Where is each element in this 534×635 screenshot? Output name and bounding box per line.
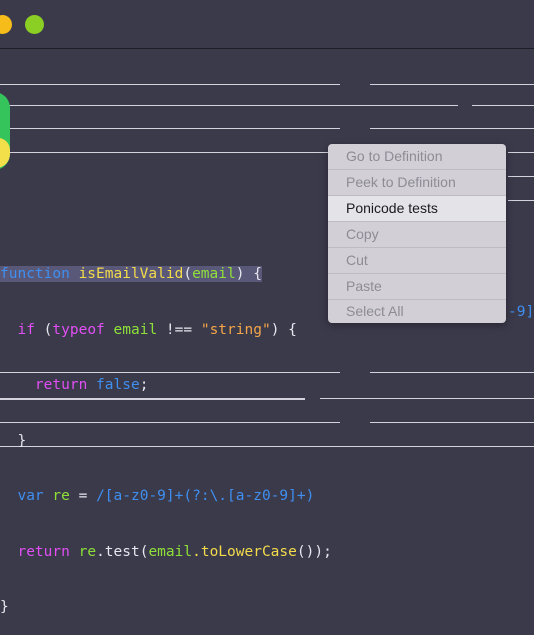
code-punct: ; (139, 377, 149, 393)
placeholder-line (370, 372, 534, 373)
menu-item-peek-to-definition[interactable]: Peek to Definition (328, 170, 506, 195)
window-titlebar (0, 0, 534, 49)
code-keyword: var (17, 488, 44, 504)
code-editor[interactable]: function isEmailValid(email) { if (typeo… (0, 228, 332, 635)
menu-item-go-to-definition[interactable]: Go to Definition (328, 144, 506, 169)
code-function-name: isEmailValid (78, 266, 184, 282)
code-punct: ) { (235, 266, 262, 282)
placeholder-line (472, 105, 534, 106)
code-regex: /[a-z0-9]+(?:\.[a-z0-9]+) (96, 488, 315, 504)
code-operator: = (69, 488, 97, 504)
code-string: "string" (200, 321, 271, 338)
code-keyword: return (17, 543, 70, 560)
placeholder-line (508, 152, 534, 153)
code-keyword: function (0, 266, 70, 282)
code-punct: ( (34, 321, 53, 338)
code-param: email (192, 266, 236, 282)
code-line: if (typeof email !== "string") { (0, 321, 332, 340)
code-operator: !== (157, 321, 201, 338)
code-line: } (0, 598, 332, 617)
code-regex-tail: -9] (508, 304, 534, 320)
code-keyword: return (34, 377, 88, 393)
placeholder-line (370, 84, 534, 85)
placeholder-line (508, 200, 534, 201)
code-keyword: typeof (52, 321, 105, 338)
placeholder-line (320, 398, 534, 399)
placeholder-line (370, 422, 534, 423)
code-method: .toLowerCase (192, 543, 297, 560)
code-punct: ()); (296, 543, 332, 560)
placeholder-line (0, 105, 458, 106)
code-ident: email (148, 543, 193, 560)
menu-item-copy[interactable]: Copy (328, 222, 506, 247)
code-punct: } (17, 432, 27, 449)
menu-item-cut[interactable]: Cut (328, 248, 506, 273)
code-line: } (0, 432, 332, 451)
code-line: return re.test(email.toLowerCase()); (0, 543, 332, 562)
ponicode-logo-icon (0, 92, 10, 170)
placeholder-line (508, 176, 534, 177)
code-ident: re (52, 488, 70, 504)
code-line: var re = /[a-z0-9]+(?:\.[a-z0-9]+) (0, 487, 332, 506)
placeholder-line (0, 84, 340, 85)
placeholder-line (0, 152, 328, 153)
code-ident: re (78, 543, 97, 560)
placeholder-line (370, 128, 534, 129)
code-punct: } (0, 599, 9, 615)
context-menu: Go to Definition Peek to Definition Poni… (328, 144, 506, 323)
menu-item-ponicode-tests[interactable]: Ponicode tests (328, 196, 506, 221)
minimize-button[interactable] (0, 15, 12, 34)
code-ident: email (113, 321, 158, 338)
code-line: return false; (0, 376, 332, 395)
menu-item-select-all[interactable]: Select All (328, 299, 506, 323)
placeholder-line (0, 128, 340, 129)
code-literal: false (96, 377, 140, 393)
code-method: .test( (96, 543, 149, 560)
maximize-button[interactable] (25, 15, 44, 34)
code-line: function isEmailValid(email) { (0, 266, 262, 282)
menu-item-paste[interactable]: Paste (328, 274, 506, 299)
code-punct: ) { (270, 321, 297, 338)
code-keyword: if (17, 321, 35, 338)
